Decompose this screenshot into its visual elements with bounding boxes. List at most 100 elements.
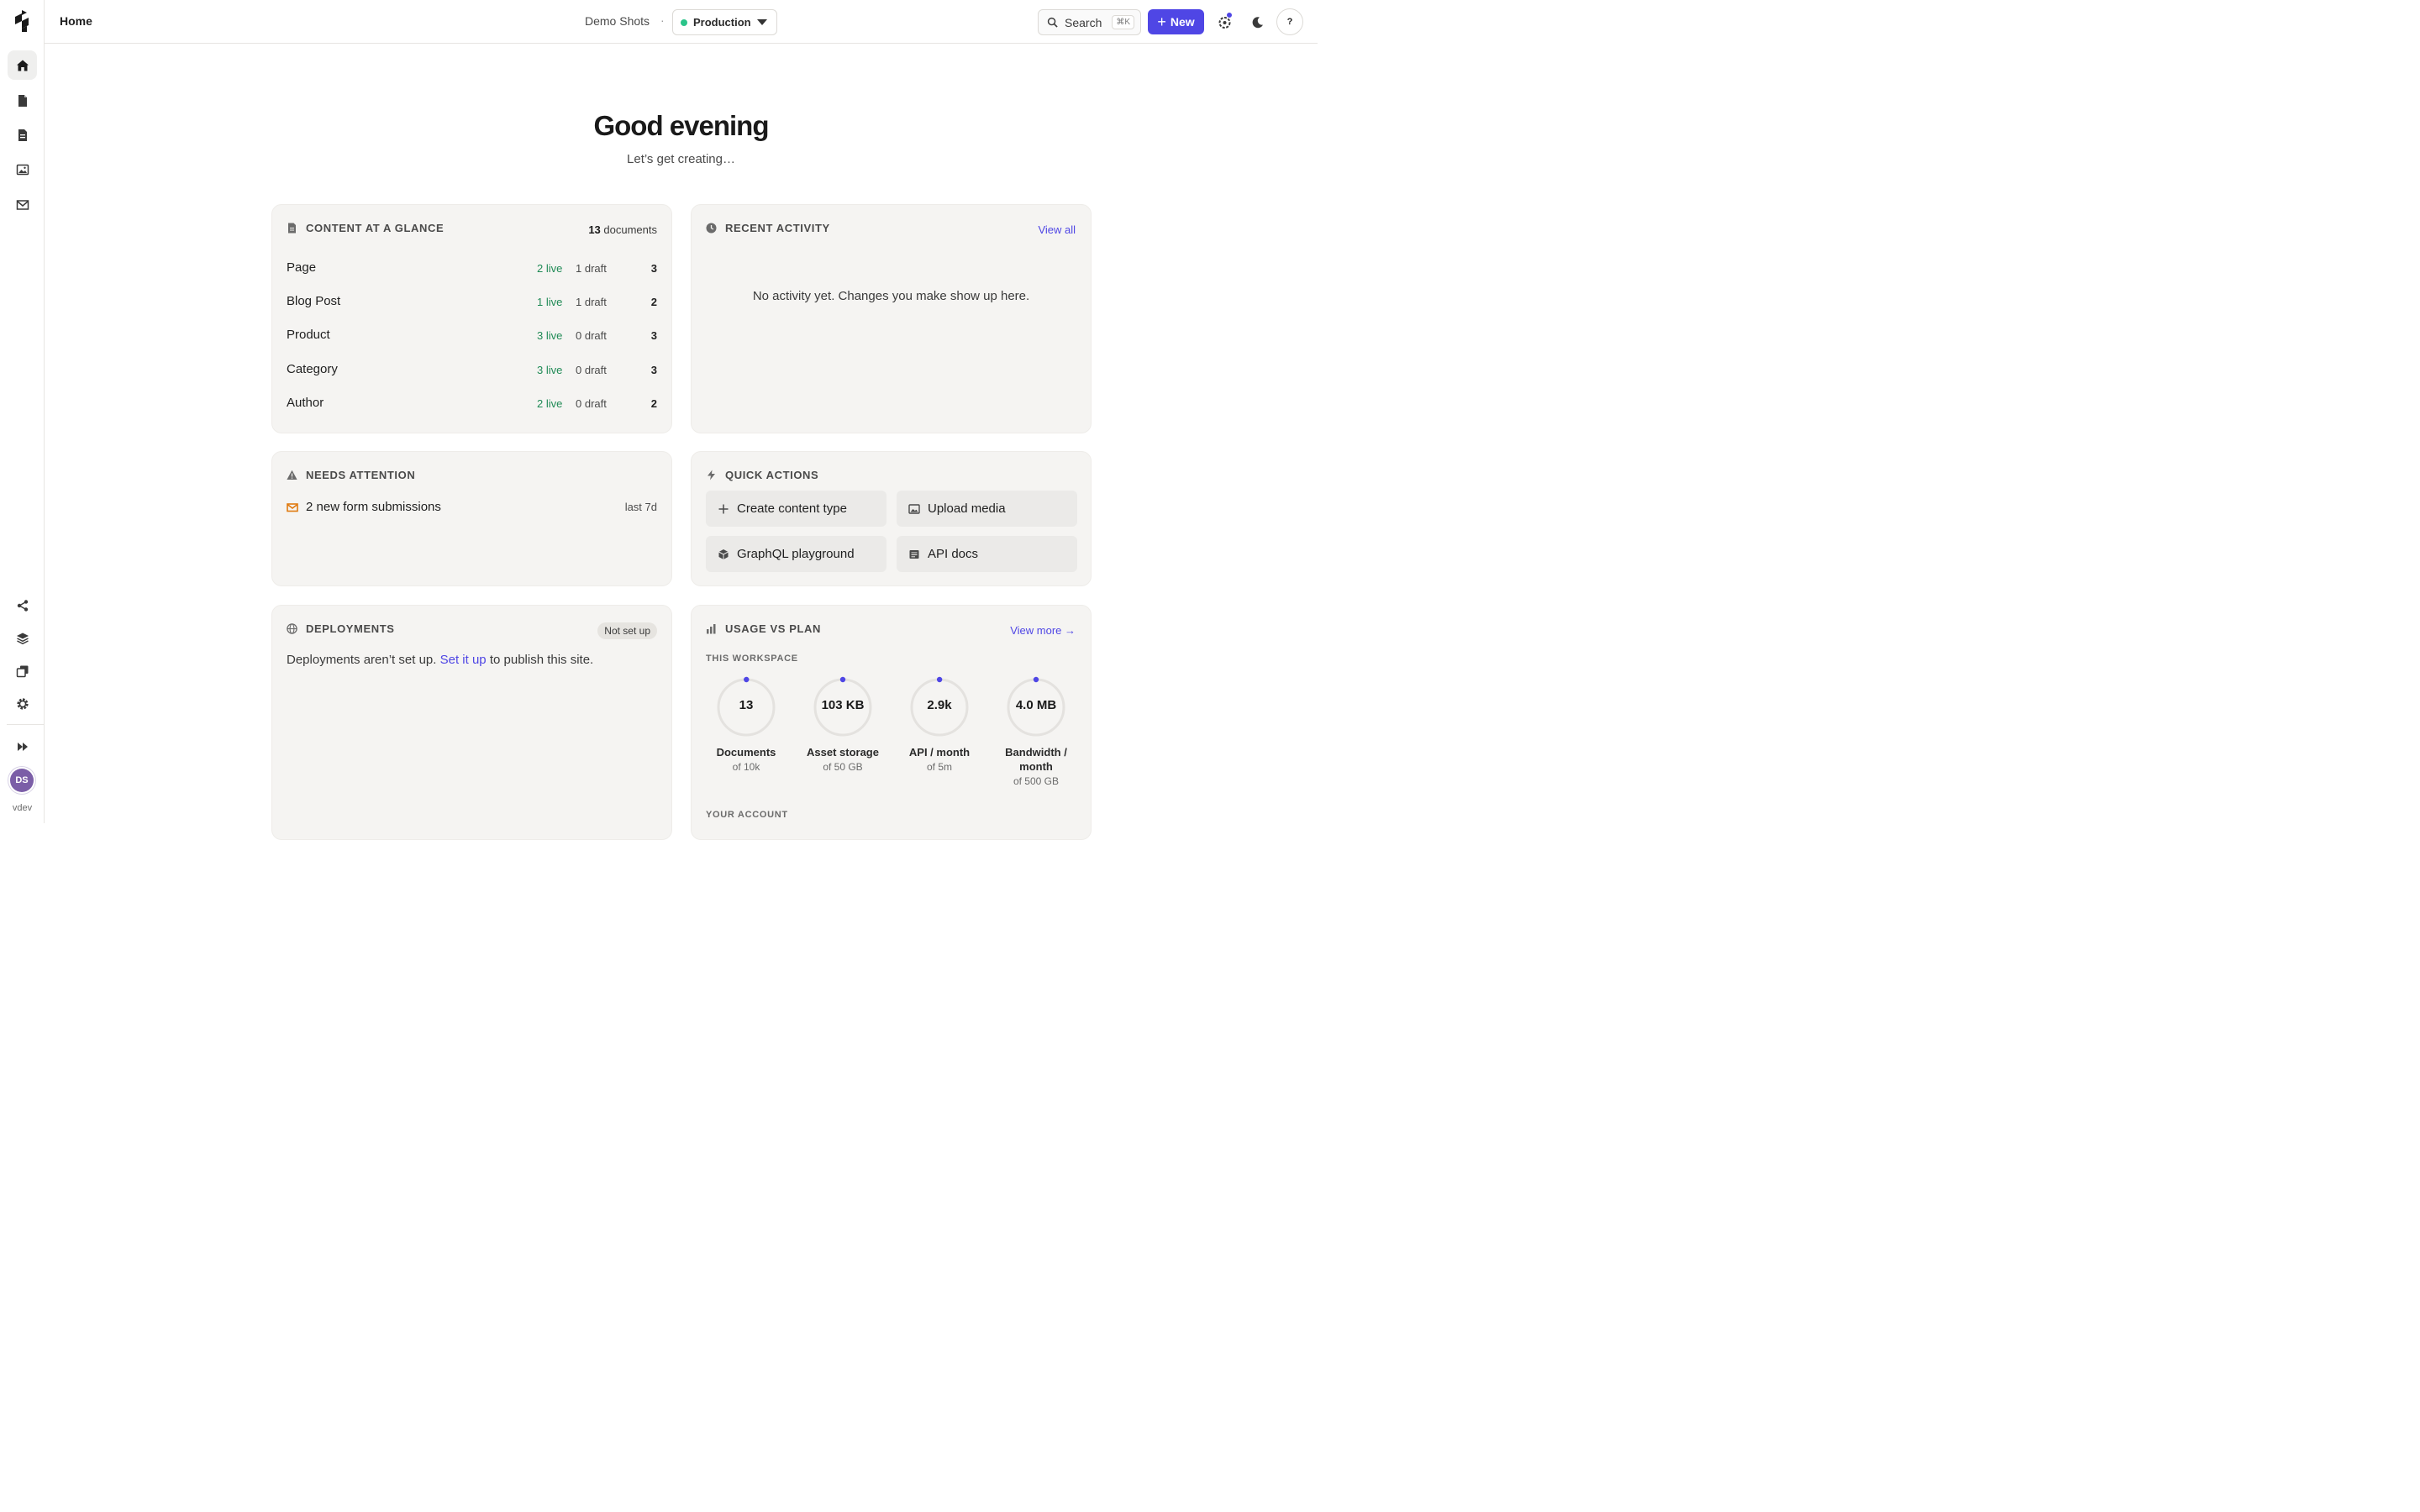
layers-icon bbox=[16, 633, 29, 644]
content-type-name: Category bbox=[287, 362, 338, 376]
theme-toggle[interactable] bbox=[1245, 10, 1269, 34]
deployments-text-after: to publish this site. bbox=[489, 653, 594, 667]
attention-item[interactable]: 2 new form submissions last 7d bbox=[287, 500, 657, 514]
graphql-playground-button[interactable]: GraphQL playground bbox=[706, 536, 886, 572]
usage-gauge: 4.0 MB Bandwidth / month of 500 GB bbox=[990, 676, 1082, 787]
search-label: Search bbox=[1065, 15, 1102, 29]
total-count: 3 bbox=[650, 364, 657, 376]
clock-icon bbox=[706, 223, 717, 234]
sidebar-item-home[interactable] bbox=[8, 50, 37, 80]
needs-attention-card: NEEDS ATTENTION 2 new form submissions l… bbox=[271, 451, 672, 586]
total-count: 2 bbox=[650, 296, 657, 308]
notification-badge bbox=[1226, 12, 1233, 18]
content-type-name: Author bbox=[287, 396, 324, 410]
document-count-value: 13 bbox=[588, 223, 601, 236]
upload-media-button[interactable]: Upload media bbox=[897, 491, 1077, 527]
content-type-row[interactable]: Page 2 live 1 draft 3 bbox=[287, 260, 657, 277]
breadcrumb[interactable]: Home bbox=[60, 14, 92, 28]
keyboard-shortcut: ⌘K bbox=[1112, 15, 1134, 29]
document-icon bbox=[18, 129, 27, 141]
live-count: 2 live bbox=[537, 397, 563, 410]
plus-icon bbox=[718, 504, 729, 513]
content-type-row[interactable]: Category 3 live 0 draft 3 bbox=[287, 362, 657, 379]
globe-icon bbox=[287, 623, 297, 634]
gauge-value: 4.0 MB bbox=[1015, 698, 1057, 712]
search-button[interactable]: Search ⌘K bbox=[1038, 9, 1141, 35]
attention-text: 2 new form submissions bbox=[306, 500, 441, 514]
card-title: RECENT ACTIVITY bbox=[725, 222, 830, 234]
document-count: 13 documents bbox=[588, 223, 657, 236]
gauge-progress-dot bbox=[839, 676, 846, 683]
environment-select[interactable]: Production bbox=[672, 9, 777, 35]
sidebar-item-share[interactable] bbox=[8, 591, 37, 620]
setup-link[interactable]: Set it up bbox=[440, 653, 487, 667]
mail-icon bbox=[287, 502, 298, 512]
card-header: RECENT ACTIVITY bbox=[706, 222, 830, 234]
card-title: CONTENT AT A GLANCE bbox=[306, 222, 445, 234]
empty-state-message: No activity yet. Changes you make show u… bbox=[752, 289, 1030, 303]
sidebar-item-settings[interactable] bbox=[8, 689, 37, 718]
attention-timeframe: last 7d bbox=[624, 501, 657, 513]
section-label-workspace: THIS WORKSPACE bbox=[706, 654, 798, 664]
app-logo-icon[interactable] bbox=[13, 10, 31, 32]
sidebar: DS vdev bbox=[0, 0, 45, 823]
deployments-message: Deployments aren’t set up. Set it up to … bbox=[287, 653, 593, 667]
avatar[interactable]: DS bbox=[10, 769, 34, 792]
environment-select-label: Production bbox=[693, 16, 751, 29]
sidebar-item-content[interactable] bbox=[8, 120, 37, 150]
gauge-limit: of 5m bbox=[926, 761, 952, 773]
live-count: 3 live bbox=[537, 329, 563, 342]
recent-activity-card: RECENT ACTIVITY View all No activity yet… bbox=[691, 204, 1092, 433]
status-badge: Not set up bbox=[597, 622, 657, 639]
page-icon bbox=[18, 94, 27, 107]
sidebar-divider bbox=[7, 724, 44, 725]
home-icon bbox=[16, 60, 29, 71]
notifications-button[interactable] bbox=[1213, 10, 1236, 34]
sidebar-expand-button[interactable] bbox=[8, 732, 37, 761]
mail-icon bbox=[16, 199, 29, 210]
chevron-down-icon bbox=[757, 19, 767, 25]
gear-icon bbox=[16, 697, 29, 710]
search-icon bbox=[1047, 17, 1058, 28]
content-type-row[interactable]: Blog Post 1 live 1 draft 2 bbox=[287, 294, 657, 311]
doc-icon bbox=[909, 549, 919, 559]
cube-icon bbox=[718, 549, 729, 559]
draft-count: 0 draft bbox=[576, 397, 607, 410]
content-type-name: Product bbox=[287, 328, 330, 342]
card-header: DEPLOYMENTS bbox=[287, 622, 395, 635]
view-all-link[interactable]: View all bbox=[1038, 223, 1076, 236]
gauge-label: Documents bbox=[716, 746, 776, 759]
help-button[interactable]: ? bbox=[1276, 8, 1303, 35]
total-count: 2 bbox=[650, 397, 657, 410]
content-type-row[interactable]: Product 3 live 0 draft 3 bbox=[287, 328, 657, 344]
deployments-text-before: Deployments aren’t set up. bbox=[287, 653, 437, 667]
image-icon bbox=[908, 503, 920, 514]
gauge-limit: of 10k bbox=[732, 761, 760, 773]
card-header: CONTENT AT A GLANCE bbox=[287, 222, 444, 234]
sidebar-item-pages[interactable] bbox=[8, 86, 37, 115]
sidebar-item-copies[interactable] bbox=[8, 656, 37, 685]
create-content-type-button[interactable]: Create content type bbox=[706, 491, 886, 527]
api-docs-button[interactable]: API docs bbox=[897, 536, 1077, 572]
card-title: DEPLOYMENTS bbox=[306, 622, 395, 635]
live-count: 1 live bbox=[537, 296, 563, 308]
moon-icon bbox=[1252, 16, 1263, 28]
document-count-suffix: documents bbox=[603, 223, 657, 236]
sidebar-item-forms[interactable] bbox=[8, 190, 37, 219]
sidebar-item-media[interactable] bbox=[8, 155, 37, 184]
action-label: API docs bbox=[928, 547, 979, 561]
copy-icon bbox=[16, 665, 28, 677]
total-count: 3 bbox=[650, 262, 657, 275]
total-count: 3 bbox=[650, 329, 657, 342]
content-type-row[interactable]: Author 2 live 0 draft 2 bbox=[287, 396, 657, 412]
card-title: NEEDS ATTENTION bbox=[306, 469, 416, 481]
draft-count: 0 draft bbox=[576, 364, 607, 376]
content-type-name: Page bbox=[287, 260, 317, 275]
view-more-link[interactable]: View more → bbox=[1010, 624, 1076, 637]
project-name[interactable]: Demo Shots bbox=[585, 14, 650, 28]
gauge-limit: of 50 GB bbox=[823, 761, 863, 773]
gauge-limit: of 500 GB bbox=[1013, 775, 1060, 787]
new-button[interactable]: + New bbox=[1148, 9, 1204, 34]
action-label: GraphQL playground bbox=[737, 547, 855, 561]
sidebar-item-layers[interactable] bbox=[8, 623, 37, 653]
